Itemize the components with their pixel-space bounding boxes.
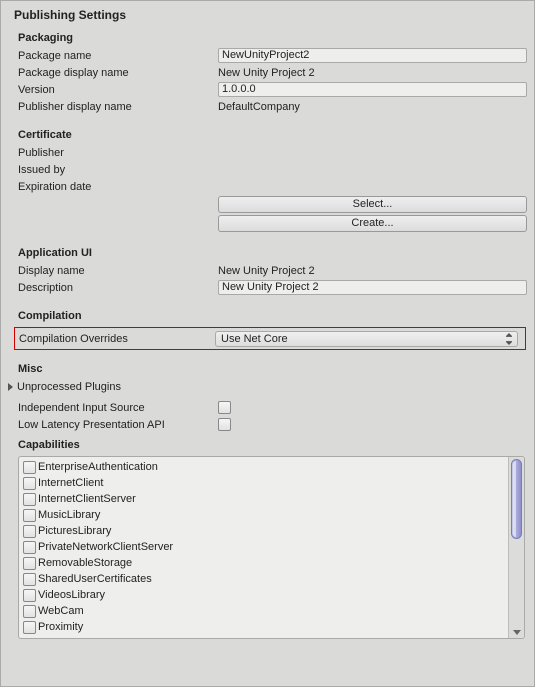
capabilities-scrollbar[interactable]: [508, 457, 524, 638]
capability-label: WebCam: [38, 605, 84, 617]
app-description-input[interactable]: New Unity Project 2: [218, 280, 527, 295]
section-packaging: Packaging: [4, 26, 531, 47]
capability-item: WebCam: [23, 603, 508, 619]
section-certificate: Certificate: [4, 123, 531, 144]
capability-label: SharedUserCertificates: [38, 573, 152, 585]
capabilities-list: EnterpriseAuthentication InternetClient In…: [18, 456, 525, 639]
section-compilation: Compilation: [4, 304, 531, 325]
scrollbar-thumb[interactable]: [511, 459, 522, 539]
cert-select-button[interactable]: Select...: [218, 196, 527, 213]
unprocessed-plugins-label: Unprocessed Plugins: [17, 381, 121, 393]
app-description-label: Description: [18, 282, 218, 294]
capability-item: PicturesLibrary: [23, 523, 508, 539]
capability-checkbox[interactable]: [23, 493, 36, 506]
capability-checkbox[interactable]: [23, 509, 36, 522]
capability-label: InternetClientServer: [38, 493, 136, 505]
capability-label: InternetClient: [38, 477, 103, 489]
cert-publisher-label: Publisher: [18, 147, 218, 159]
capability-checkbox[interactable]: [23, 525, 36, 538]
capability-item: MusicLibrary: [23, 507, 508, 523]
low-latency-checkbox[interactable]: [218, 418, 231, 431]
publisher-display-name-value: DefaultCompany: [218, 101, 300, 113]
section-application-ui: Application UI: [4, 241, 531, 262]
compilation-overrides-value: Use Net Core: [221, 333, 288, 345]
capability-checkbox[interactable]: [23, 589, 36, 602]
app-display-name-value: New Unity Project 2: [218, 265, 315, 277]
section-capabilities: Capabilities: [4, 433, 531, 454]
panel-title: Publishing Settings: [4, 4, 531, 26]
package-display-name-value: New Unity Project 2: [218, 67, 315, 79]
independent-input-label: Independent Input Source: [18, 402, 218, 414]
dropdown-icon: [506, 333, 513, 345]
version-input[interactable]: 1.0.0.0: [218, 82, 527, 97]
package-display-name-label: Package display name: [18, 67, 218, 79]
capability-checkbox[interactable]: [23, 621, 36, 634]
cert-expiration-label: Expiration date: [18, 181, 218, 193]
foldout-triangle-icon: [8, 383, 13, 391]
capability-checkbox[interactable]: [23, 541, 36, 554]
capability-label: PrivateNetworkClientServer: [38, 541, 173, 553]
capability-item: EnterpriseAuthentication: [23, 459, 508, 475]
version-label: Version: [18, 84, 218, 96]
unprocessed-plugins-foldout[interactable]: Unprocessed Plugins: [4, 378, 531, 395]
compilation-overrides-dropdown[interactable]: Use Net Core: [215, 331, 518, 347]
app-display-name-label: Display name: [18, 265, 218, 277]
publisher-display-name-label: Publisher display name: [18, 101, 218, 113]
capability-label: Proximity: [38, 621, 83, 633]
capability-checkbox[interactable]: [23, 477, 36, 490]
capability-label: RemovableStorage: [38, 557, 132, 569]
cert-create-button[interactable]: Create...: [218, 215, 527, 232]
capability-checkbox[interactable]: [23, 573, 36, 586]
capability-label: PicturesLibrary: [38, 525, 111, 537]
capability-label: EnterpriseAuthentication: [38, 461, 158, 473]
section-misc: Misc: [4, 357, 531, 378]
compilation-highlight: Compilation Overrides Use Net Core: [14, 327, 526, 350]
low-latency-label: Low Latency Presentation API: [18, 419, 218, 431]
capability-item: PrivateNetworkClientServer: [23, 539, 508, 555]
capability-checkbox[interactable]: [23, 461, 36, 474]
scrollbar-down-icon: [513, 630, 521, 635]
capability-item: RemovableStorage: [23, 555, 508, 571]
capability-label: VideosLibrary: [38, 589, 105, 601]
capability-item: VideosLibrary: [23, 587, 508, 603]
capability-item: InternetClientServer: [23, 491, 508, 507]
capability-checkbox[interactable]: [23, 557, 36, 570]
capability-checkbox[interactable]: [23, 605, 36, 618]
package-name-input[interactable]: NewUnityProject2: [218, 48, 527, 63]
compilation-overrides-label: Compilation Overrides: [19, 333, 215, 345]
capability-item: InternetClient: [23, 475, 508, 491]
independent-input-checkbox[interactable]: [218, 401, 231, 414]
cert-issued-by-label: Issued by: [18, 164, 218, 176]
capability-item: SharedUserCertificates: [23, 571, 508, 587]
capability-item: Proximity: [23, 619, 508, 635]
package-name-label: Package name: [18, 50, 218, 62]
capability-label: MusicLibrary: [38, 509, 100, 521]
publishing-settings-panel: Publishing Settings Packaging Package na…: [1, 1, 534, 642]
